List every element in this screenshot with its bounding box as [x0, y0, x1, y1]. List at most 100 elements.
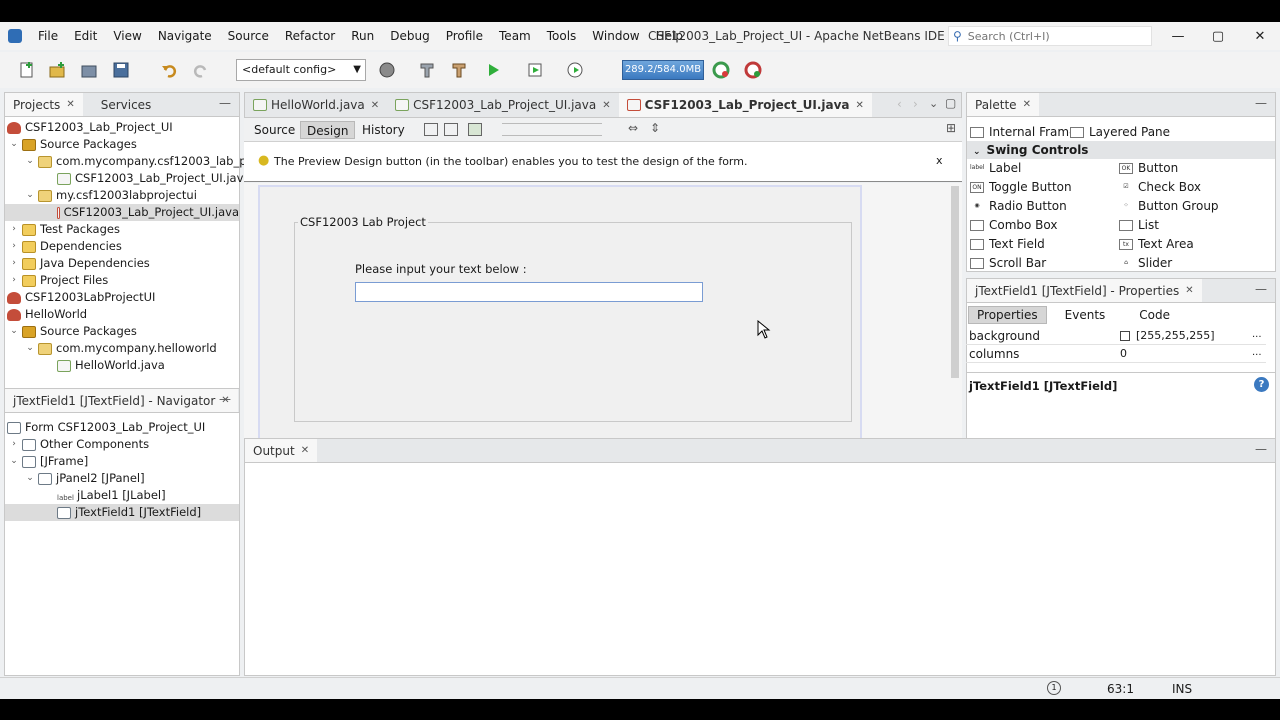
build-hammer-icon[interactable]: [416, 59, 438, 81]
maximize-editor-icon[interactable]: ▢: [945, 96, 956, 110]
collapse-icon[interactable]: ⌄: [9, 136, 19, 153]
subtab-events[interactable]: Events: [1057, 306, 1114, 324]
maximize-button[interactable]: ▢: [1206, 26, 1230, 46]
profiler-snapshot-icon[interactable]: [742, 59, 764, 81]
property-row-columns[interactable]: columns 0 ...: [966, 345, 1266, 363]
expand-icon[interactable]: ›: [9, 238, 19, 255]
form-label[interactable]: Please input your text below :: [355, 262, 527, 276]
menu-source[interactable]: Source: [220, 29, 277, 43]
tree-item-source-packages[interactable]: ⌄ Source Packages: [9, 136, 137, 153]
tree-item-package[interactable]: ⌄ com.mycompany.helloworld: [25, 340, 216, 357]
collapse-icon[interactable]: ⌄: [25, 470, 35, 487]
tab-projects[interactable]: Projects ✕: [5, 93, 83, 116]
menu-file[interactable]: File: [30, 29, 66, 43]
nav-jframe[interactable]: ⌄ [JFrame]: [9, 453, 88, 470]
palette-item-layered-pane[interactable]: Layered Pane: [1070, 123, 1170, 141]
nav-jtextfield1-selected[interactable]: jTextField1 [JTextField]: [5, 504, 239, 521]
palette-item-slider[interactable]: ⌂ Slider: [1119, 254, 1172, 272]
menu-edit[interactable]: Edit: [66, 29, 105, 43]
ellipsis-button[interactable]: ...: [1252, 329, 1262, 340]
tree-item-form-file-selected[interactable]: CSF12003_Lab_Project_UI.java: [5, 204, 239, 221]
palette-item-radio-button[interactable]: ◉ Radio Button: [970, 197, 1067, 215]
subtab-properties[interactable]: Properties: [968, 306, 1047, 324]
tree-item-source-packages[interactable]: ⌄ Source Packages: [9, 323, 137, 340]
tree-item-java-dependencies[interactable]: › Java Dependencies: [9, 255, 150, 272]
palette-item-button-group[interactable]: ⁘ Button Group: [1119, 197, 1219, 215]
property-value[interactable]: [255,255,255]: [1136, 329, 1215, 342]
palette-item-toggle-button[interactable]: ON Toggle Button: [970, 178, 1072, 196]
expand-icon[interactable]: ›: [9, 436, 19, 453]
show-opened-documents-icon[interactable]: ⌄: [929, 97, 938, 110]
clean-build-icon[interactable]: [448, 59, 470, 81]
menu-window[interactable]: Window: [584, 29, 647, 43]
new-project-icon[interactable]: [46, 59, 68, 81]
expand-icon[interactable]: ›: [9, 272, 19, 289]
close-icon[interactable]: ✕: [66, 99, 74, 110]
close-icon[interactable]: ✕: [1185, 285, 1193, 296]
collapse-icon[interactable]: ⌄: [9, 323, 19, 340]
palette-item-check-box[interactable]: ☑ Check Box: [1119, 178, 1201, 196]
nav-jlabel1[interactable]: label jLabel1 [JLabel]: [57, 487, 166, 504]
expand-icon[interactable]: ›: [9, 221, 19, 238]
tree-item-java-file[interactable]: HelloWorld.java: [57, 357, 165, 374]
connection-mode-icon[interactable]: [444, 123, 458, 136]
palette-item-text-area[interactable]: tx Text Area: [1119, 235, 1194, 253]
subtab-code[interactable]: Code: [1131, 306, 1178, 324]
tree-item-package[interactable]: ⌄ my.csf12003labprojectui: [25, 187, 197, 204]
menu-debug[interactable]: Debug: [382, 29, 437, 43]
source-view-button[interactable]: Source: [248, 121, 301, 139]
configuration-select[interactable]: <default config> ▼: [236, 59, 366, 81]
collapse-icon[interactable]: ⌄: [25, 340, 35, 357]
tree-item-dependencies[interactable]: › Dependencies: [9, 238, 122, 255]
preview-design-icon[interactable]: [468, 123, 482, 136]
design-view-button[interactable]: Design: [300, 121, 356, 139]
collapse-icon[interactable]: ⌄: [973, 147, 981, 157]
scroll-tabs-left-icon[interactable]: ‹: [897, 97, 902, 111]
open-project-icon[interactable]: [78, 59, 100, 81]
ellipsis-button[interactable]: ...: [1252, 347, 1262, 358]
close-icon[interactable]: ✕: [301, 445, 309, 456]
alignment-tools-icon[interactable]: [502, 123, 602, 136]
palette-item-scroll-bar[interactable]: Scroll Bar: [970, 254, 1046, 272]
expand-icon[interactable]: ›: [9, 255, 19, 272]
memory-usage-bar[interactable]: 289.2/584.0MB: [622, 60, 704, 80]
palette-item-text-field[interactable]: Text Field: [970, 235, 1045, 253]
new-file-icon[interactable]: [16, 59, 38, 81]
globe-icon[interactable]: [376, 59, 398, 81]
gc-icon[interactable]: [710, 59, 732, 81]
minimize-panel-icon[interactable]: —: [219, 96, 231, 110]
search-input[interactable]: [965, 28, 1136, 44]
menu-profile[interactable]: Profile: [438, 29, 491, 43]
minimize-panel-icon[interactable]: —: [1255, 96, 1267, 110]
nav-jpanel2[interactable]: ⌄ jPanel2 [JPanel]: [25, 470, 144, 487]
nav-form-root[interactable]: Form CSF12003_Lab_Project_UI: [7, 419, 205, 436]
tab-navigator[interactable]: jTextField1 [JTextField] - Navigator ✕: [5, 389, 238, 412]
save-all-icon[interactable]: [110, 59, 132, 81]
property-description-divider[interactable]: [967, 365, 1275, 373]
nav-other-components[interactable]: › Other Components: [9, 436, 149, 453]
tab-palette[interactable]: Palette ✕: [967, 93, 1039, 116]
collapse-icon[interactable]: ⌄: [25, 187, 35, 204]
help-icon[interactable]: ?: [1254, 377, 1269, 392]
change-vertical-resizability-icon[interactable]: ⇕: [650, 121, 660, 135]
palette-item-combo-box[interactable]: Combo Box: [970, 216, 1058, 234]
selection-mode-icon[interactable]: [424, 123, 438, 136]
tab-output[interactable]: Output ✕: [245, 439, 318, 462]
menu-navigate[interactable]: Navigate: [150, 29, 220, 43]
palette-item-button[interactable]: OK Button: [1119, 159, 1178, 177]
scroll-tabs-right-icon[interactable]: ›: [913, 97, 918, 111]
palette-category-swing-controls[interactable]: ⌄ Swing Controls: [967, 141, 1275, 159]
redo-icon[interactable]: [190, 59, 212, 81]
collapse-icon[interactable]: ⌄: [25, 153, 35, 170]
minimize-panel-icon[interactable]: —: [1255, 442, 1267, 456]
menu-view[interactable]: View: [105, 29, 149, 43]
debug-project-icon[interactable]: [524, 59, 546, 81]
editor-tab-helloworld[interactable]: HelloWorld.java ✕: [245, 93, 387, 117]
close-window-button[interactable]: ✕: [1248, 26, 1272, 46]
close-icon[interactable]: ✕: [856, 100, 864, 111]
undo-icon[interactable]: [158, 59, 180, 81]
run-project-icon[interactable]: [482, 59, 504, 81]
expand-toolbar-icon[interactable]: ⊞: [946, 121, 956, 135]
minimize-panel-icon[interactable]: —: [219, 392, 231, 406]
history-view-button[interactable]: History: [356, 121, 411, 139]
